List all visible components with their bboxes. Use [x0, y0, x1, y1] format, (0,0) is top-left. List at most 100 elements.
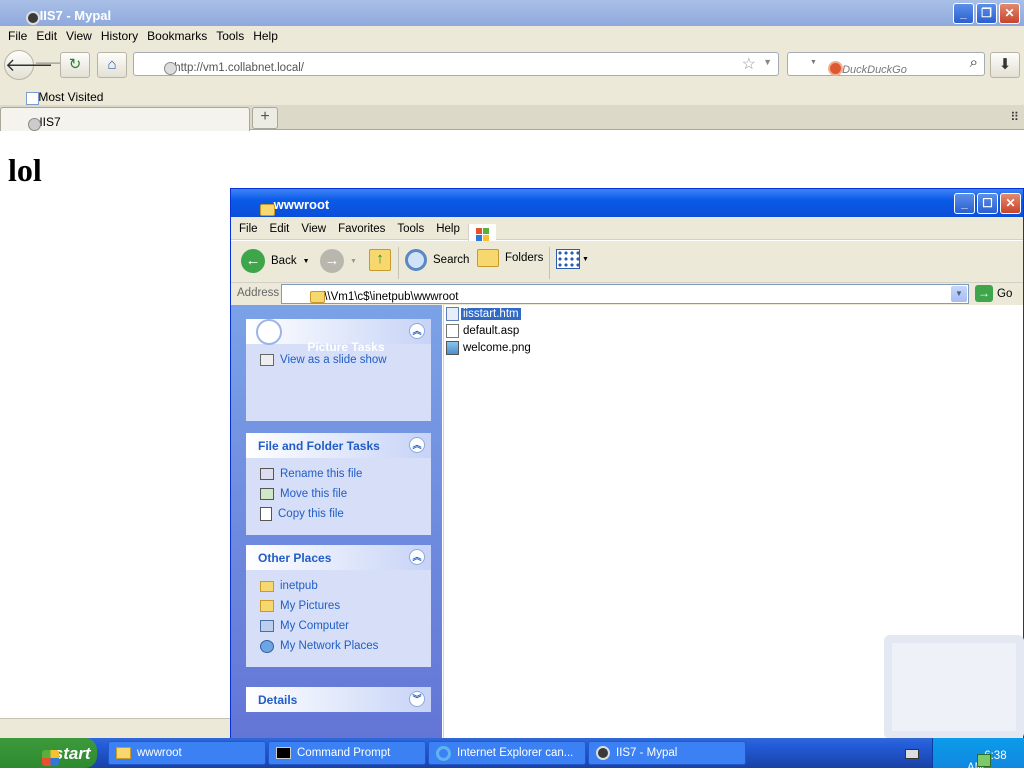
search-box[interactable]: ▼ DuckDuckGo ⌕: [787, 52, 985, 76]
task-label: IIS7 - Mypal: [616, 747, 678, 759]
reload-button[interactable]: ↻: [60, 52, 90, 78]
bookmarks-toolbar: Most Visited: [0, 84, 1024, 105]
task-internet-explorer[interactable]: Internet Explorer can...: [428, 741, 586, 765]
menu-favorites[interactable]: Favorites: [338, 223, 385, 239]
search-icon[interactable]: ⌕: [970, 54, 978, 71]
place-inetpub[interactable]: inetpub: [246, 576, 431, 596]
rename-label: Rename this file: [280, 468, 363, 480]
up-folder-button[interactable]: ↑: [369, 249, 391, 271]
search-label: Search: [433, 254, 470, 266]
menu-edit[interactable]: Edit: [34, 26, 64, 46]
slide-show-label: View as a slide show: [280, 354, 387, 366]
menu-view[interactable]: View: [64, 26, 99, 46]
picture-tasks-title: Picture Tasks: [307, 340, 385, 354]
tab-iis7[interactable]: IIS7: [0, 107, 250, 131]
task-mypal[interactable]: IIS7 - Mypal: [588, 741, 746, 765]
place-my-network-places[interactable]: My Network Places: [246, 636, 431, 656]
views-icon: [556, 249, 580, 269]
menu-view[interactable]: View: [301, 223, 326, 239]
task-copy-file[interactable]: Copy this file: [246, 504, 431, 524]
downloads-button[interactable]: ⬇: [990, 52, 1020, 78]
command-prompt-icon: [276, 747, 291, 759]
folder-icon: [310, 291, 325, 303]
duckduckgo-icon: [828, 61, 843, 76]
task-label: wwwroot: [137, 747, 182, 759]
menu-bookmarks[interactable]: Bookmarks: [145, 26, 214, 46]
task-move-file[interactable]: Move this file: [246, 484, 431, 504]
other-places-header[interactable]: Other Places ︽: [246, 545, 431, 570]
explorer-close-button[interactable]: ✕: [1000, 193, 1021, 214]
place-my-computer[interactable]: My Computer: [246, 616, 431, 636]
back-button[interactable]: ← Back ▼: [241, 249, 310, 273]
go-button[interactable]: → Go: [975, 285, 1012, 302]
slide-show-icon: [260, 354, 274, 366]
explorer-minimize-button[interactable]: _: [954, 193, 975, 214]
address-dropdown-button[interactable]: ▼: [951, 286, 967, 302]
chevron-up-icon[interactable]: ︽: [409, 437, 425, 453]
explorer-window: wwwroot _ ☐ ✕ File Edit View Favorites T…: [230, 188, 1024, 740]
home-button[interactable]: ⌂: [97, 52, 127, 78]
menu-tools[interactable]: Tools: [214, 26, 251, 46]
new-tab-button[interactable]: +: [252, 107, 278, 129]
copy-icon: [260, 507, 272, 521]
chevron-down-icon[interactable]: ︾: [409, 691, 425, 707]
folders-button[interactable]: Folders: [477, 249, 543, 267]
chevron-up-icon[interactable]: ︽: [409, 323, 425, 339]
file-item-welcome-png[interactable]: welcome.png: [446, 340, 533, 356]
forward-button[interactable]: 🡒: [34, 52, 74, 78]
task-rename-file[interactable]: Rename this file: [246, 464, 431, 484]
keyboard-icon[interactable]: [905, 749, 919, 759]
task-wwwroot[interactable]: wwwroot: [108, 741, 266, 765]
chevron-down-icon[interactable]: ▼: [303, 258, 310, 265]
forward-button[interactable]: → ▼: [320, 249, 357, 273]
menu-tools[interactable]: Tools: [397, 223, 424, 239]
most-visited-link[interactable]: Most Visited: [38, 90, 103, 104]
tab-strip: IIS7 + ⠿: [0, 105, 1024, 131]
file-item-iisstart[interactable]: iisstart.htm: [446, 306, 521, 322]
reload-icon: ↻: [68, 56, 82, 73]
tab-list-icon[interactable]: ⠿: [1010, 110, 1019, 124]
menu-file[interactable]: File: [239, 223, 258, 239]
network-places-icon: [260, 639, 274, 653]
chevron-up-icon[interactable]: ︽: [409, 549, 425, 565]
details-header[interactable]: Details ︾: [246, 687, 431, 712]
menu-help[interactable]: Help: [436, 223, 460, 239]
home-icon: ⌂: [107, 56, 117, 73]
network-icon[interactable]: [977, 754, 991, 767]
search-button[interactable]: Search: [405, 249, 469, 271]
minimize-button[interactable]: _: [953, 3, 974, 24]
views-button[interactable]: ▼: [556, 249, 589, 269]
menu-history[interactable]: History: [99, 26, 145, 46]
url-dropdown-icon[interactable]: ▼: [763, 57, 772, 67]
menu-edit[interactable]: Edit: [270, 223, 290, 239]
maximize-button[interactable]: ❐: [976, 3, 997, 24]
bookmark-star-icon[interactable]: ☆: [742, 54, 756, 74]
url-text: http://vm1.collabnet.local/: [174, 62, 304, 74]
image-file-icon: [446, 341, 459, 355]
menu-help[interactable]: Help: [251, 26, 285, 46]
explorer-maximize-button[interactable]: ☐: [977, 193, 998, 214]
folder-icon: [116, 747, 131, 759]
windows-logo-icon: [42, 750, 59, 766]
url-bar[interactable]: http://vm1.collabnet.local/ ☆ ▼: [133, 52, 779, 76]
close-button[interactable]: ✕: [999, 3, 1020, 24]
address-bar: Address \\Vm1\c$\inetpub\wwwroot ▼ → Go: [231, 283, 1023, 305]
task-command-prompt[interactable]: Command Prompt: [268, 741, 426, 765]
file-name: welcome.png: [463, 342, 531, 354]
address-field[interactable]: \\Vm1\c$\inetpub\wwwroot ▼: [281, 284, 969, 304]
folder-icon: [260, 580, 274, 592]
search-placeholder: DuckDuckGo: [842, 64, 907, 76]
file-item-default-asp[interactable]: default.asp: [446, 323, 521, 339]
search-engine-dropdown-icon[interactable]: ▼: [810, 59, 817, 66]
go-label: Go: [997, 287, 1013, 300]
picture-tasks-header[interactable]: Picture Tasks ︽: [246, 319, 431, 354]
file-folder-tasks-header[interactable]: File and Folder Tasks ︽: [246, 433, 431, 458]
menu-file[interactable]: File: [6, 26, 34, 46]
chevron-down-icon[interactable]: ▼: [350, 258, 357, 265]
place-my-pictures[interactable]: My Pictures: [246, 596, 431, 616]
system-tray: 6:38 AM: [932, 738, 1024, 774]
start-button[interactable]: start: [0, 738, 97, 768]
address-text: \\Vm1\c$\inetpub\wwwroot: [324, 291, 459, 303]
back-button[interactable]: 🡐: [4, 50, 53, 80]
forward-arrow-icon: →: [320, 249, 344, 273]
